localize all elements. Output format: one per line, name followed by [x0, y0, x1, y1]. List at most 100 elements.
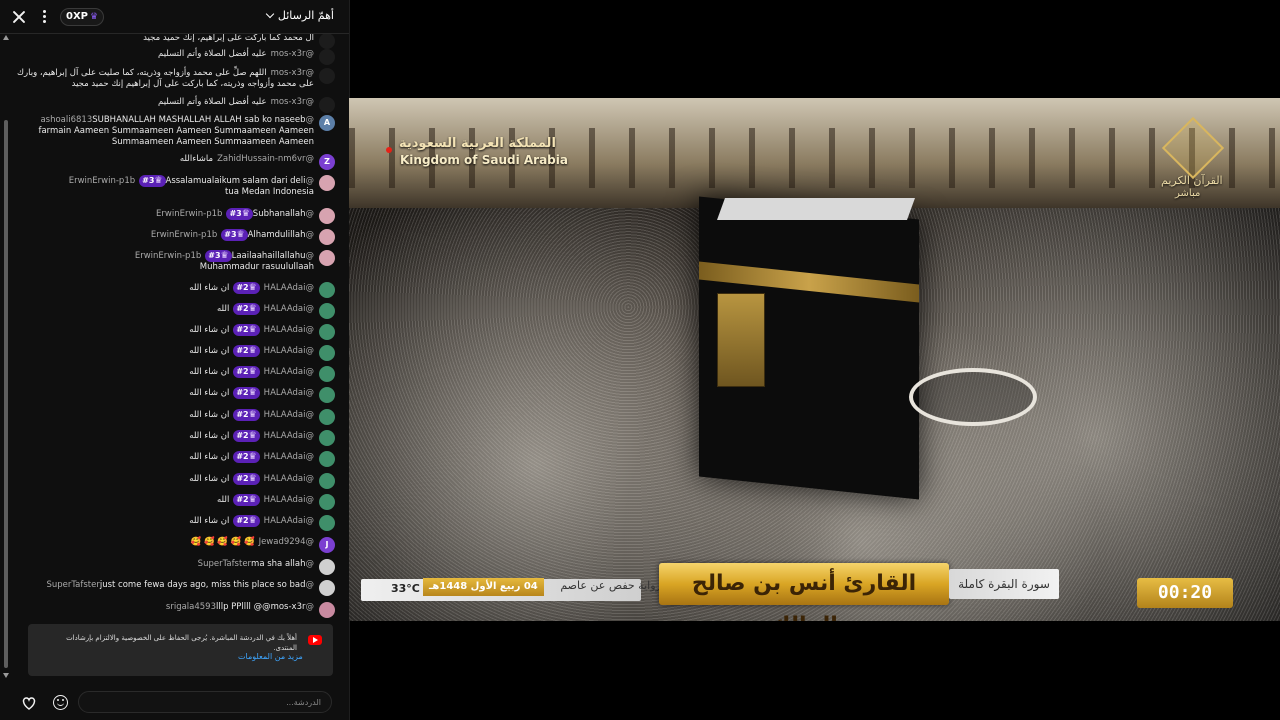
crown-icon: ♛ [248, 452, 257, 462]
scroll-down-arrow-icon[interactable] [3, 673, 9, 678]
chat-input[interactable] [78, 691, 332, 713]
chat-message[interactable]: A @ashoali6813SUBHANALLAH MASHALLAH ALLAH… [34, 115, 335, 148]
chat-message[interactable]: @HALAAdai♛#2ان شاء الله [189, 366, 335, 382]
message-author[interactable]: @mos-x3r [271, 68, 314, 78]
close-chat-button[interactable] [8, 6, 30, 28]
chat-message[interactable]: @HALAAdai♛#2ان شاء الله [189, 282, 335, 298]
chat-message[interactable]: @SuperTafsterma sha allah [194, 559, 335, 575]
chat-mode-dropdown[interactable]: أهمّ الرسائل [265, 9, 334, 22]
video-player[interactable]: المملكة العربية السعودية Kingdom of Saud… [349, 98, 1280, 621]
chat-message[interactable]: @HALAAdai♛#2الله [217, 303, 335, 319]
message-author[interactable]: @HALAAdai [264, 431, 314, 441]
crown-icon: ♛ [248, 410, 257, 420]
message-author[interactable]: @HALAAdai [264, 325, 314, 335]
chat-message[interactable]: @HALAAdai♛#2الله [217, 494, 335, 510]
avatar[interactable] [319, 473, 335, 489]
avatar[interactable]: A [319, 115, 335, 131]
xp-badge[interactable]: 0XP ♛ [60, 8, 105, 26]
chat-message[interactable]: @SuperTafsterjust come fewa days ago, mi… [42, 580, 335, 596]
chat-message[interactable]: @ErwinErwin-p1b♛#3 Assalamualaikum salam … [54, 175, 335, 198]
message-author[interactable]: @HALAAdai [264, 495, 314, 505]
chat-message[interactable]: Z @ZahidHussain-nm6vrماشاءالله [180, 154, 335, 170]
learn-more-link[interactable]: مزيد من المعلومات [238, 652, 303, 661]
chat-message[interactable]: @ErwinErwin-p1b♛#3 Alhamdulillah [147, 229, 335, 245]
avatar[interactable] [319, 559, 335, 575]
message-author[interactable]: @HALAAdai [264, 388, 314, 398]
message-author[interactable]: @mos-x3r [271, 49, 314, 59]
avatar[interactable] [319, 208, 335, 224]
chat-message[interactable]: @HALAAdai♛#2ان شاء الله [189, 473, 335, 489]
chat-message[interactable]: @mos-x3r عليه أفضل الصلاة وأتم التسليم [158, 97, 335, 113]
message-text: عليه أفضل الصلاة وأتم التسليم [158, 49, 267, 59]
chat-message[interactable]: @HALAAdai♛#2ان شاء الله [189, 324, 335, 340]
message-body: آل محمد كما باركت على إبراهيم، إنك حميد … [143, 33, 314, 44]
crown-icon: ♛ [248, 283, 257, 293]
chat-message[interactable]: @HALAAdai♛#2ان شاء الله [189, 515, 335, 531]
message-author[interactable]: @HALAAdai [264, 516, 314, 526]
chat-message[interactable]: @ErwinErwin-p1b♛#3 Subhanallah [152, 208, 335, 224]
chat-message[interactable]: @HALAAdai♛#2ان شاء الله [189, 387, 335, 403]
avatar[interactable] [319, 387, 335, 403]
crown-icon: ♛ [248, 431, 257, 441]
avatar[interactable] [319, 451, 335, 467]
chat-message[interactable]: @HALAAdai♛#2ان شاء الله [189, 451, 335, 467]
avatar[interactable] [319, 602, 335, 618]
emoji-button[interactable] [48, 690, 74, 716]
message-author[interactable]: @HALAAdai [264, 367, 314, 377]
avatar[interactable] [319, 175, 335, 191]
heart-reaction-button[interactable] [16, 690, 42, 716]
avatar[interactable] [319, 33, 335, 49]
message-author[interactable]: @HALAAdai [264, 452, 314, 462]
avatar[interactable]: Z [319, 154, 335, 170]
avatar[interactable] [319, 580, 335, 596]
chat-message[interactable]: @mos-x3rاللهم صلِّ على محمد وأزواجه وذري… [14, 68, 335, 90]
message-author[interactable]: @HALAAdai [264, 346, 314, 356]
riwaya-text: برواية حفص عن عاصم [560, 579, 665, 592]
rank-badge: ♛#3 [221, 229, 248, 241]
avatar[interactable]: J [319, 537, 335, 553]
chat-message[interactable]: @HALAAdai♛#2ان شاء الله [189, 345, 335, 361]
avatar[interactable] [319, 68, 335, 84]
avatar[interactable] [319, 229, 335, 245]
avatar[interactable] [319, 250, 335, 266]
message-author[interactable]: @HALAAdai [264, 474, 314, 484]
avatar[interactable] [319, 324, 335, 340]
chat-message[interactable]: @HALAAdai♛#2ان شاء الله [189, 430, 335, 446]
message-author[interactable]: @ZahidHussain-nm6vr [217, 154, 314, 164]
avatar[interactable] [319, 282, 335, 298]
avatar[interactable] [319, 97, 335, 113]
chat-scrollbar[interactable] [2, 33, 10, 683]
message-body: @SuperTafsterma sha allah [194, 559, 314, 570]
rank-label: #3 [142, 176, 155, 185]
xp-label: 0XP [66, 11, 88, 22]
more-options-button[interactable] [34, 6, 56, 28]
scrollbar-thumb[interactable] [4, 120, 8, 668]
avatar[interactable] [319, 366, 335, 382]
message-author[interactable]: @HALAAdai [264, 304, 314, 314]
message-body: @HALAAdai♛#2ان شاء الله [189, 366, 314, 378]
avatar[interactable] [319, 49, 335, 65]
avatar[interactable] [319, 345, 335, 361]
kaaba-roof [716, 198, 916, 220]
message-author[interactable]: @mos-x3r [271, 97, 314, 107]
avatar[interactable] [319, 494, 335, 510]
avatar[interactable] [319, 409, 335, 425]
avatar[interactable] [319, 515, 335, 531]
avatar[interactable] [319, 303, 335, 319]
avatar[interactable] [319, 430, 335, 446]
chat-message[interactable]: @srigala4593lllp PPllll @@mos-x3r [162, 602, 335, 618]
message-author[interactable]: @HALAAdai [264, 283, 314, 293]
rank-label: #3 [224, 230, 237, 239]
smiley-icon [53, 695, 68, 710]
chat-message[interactable]: @mos-x3r عليه أفضل الصلاة وأتم التسليم [158, 49, 335, 65]
message-author[interactable]: @HALAAdai [264, 410, 314, 420]
rank-label: #2 [236, 495, 249, 504]
chat-message[interactable]: آل محمد كما باركت على إبراهيم، إنك حميد … [143, 33, 335, 49]
message-author[interactable]: @Jewad9294 [259, 537, 314, 547]
rank-badge: ♛#2 [233, 366, 260, 378]
crown-icon: ♛ [154, 176, 163, 186]
scroll-up-arrow-icon[interactable] [3, 35, 9, 40]
chat-message[interactable]: @HALAAdai♛#2ان شاء الله [189, 409, 335, 425]
chat-message[interactable]: @ErwinErwin-p1b♛#3 Laailaahaillallahu Muh… [74, 250, 335, 273]
chat-message[interactable]: J @Jewad9294 🥰 🥰 🥰 🥰 🥰 [191, 537, 335, 553]
